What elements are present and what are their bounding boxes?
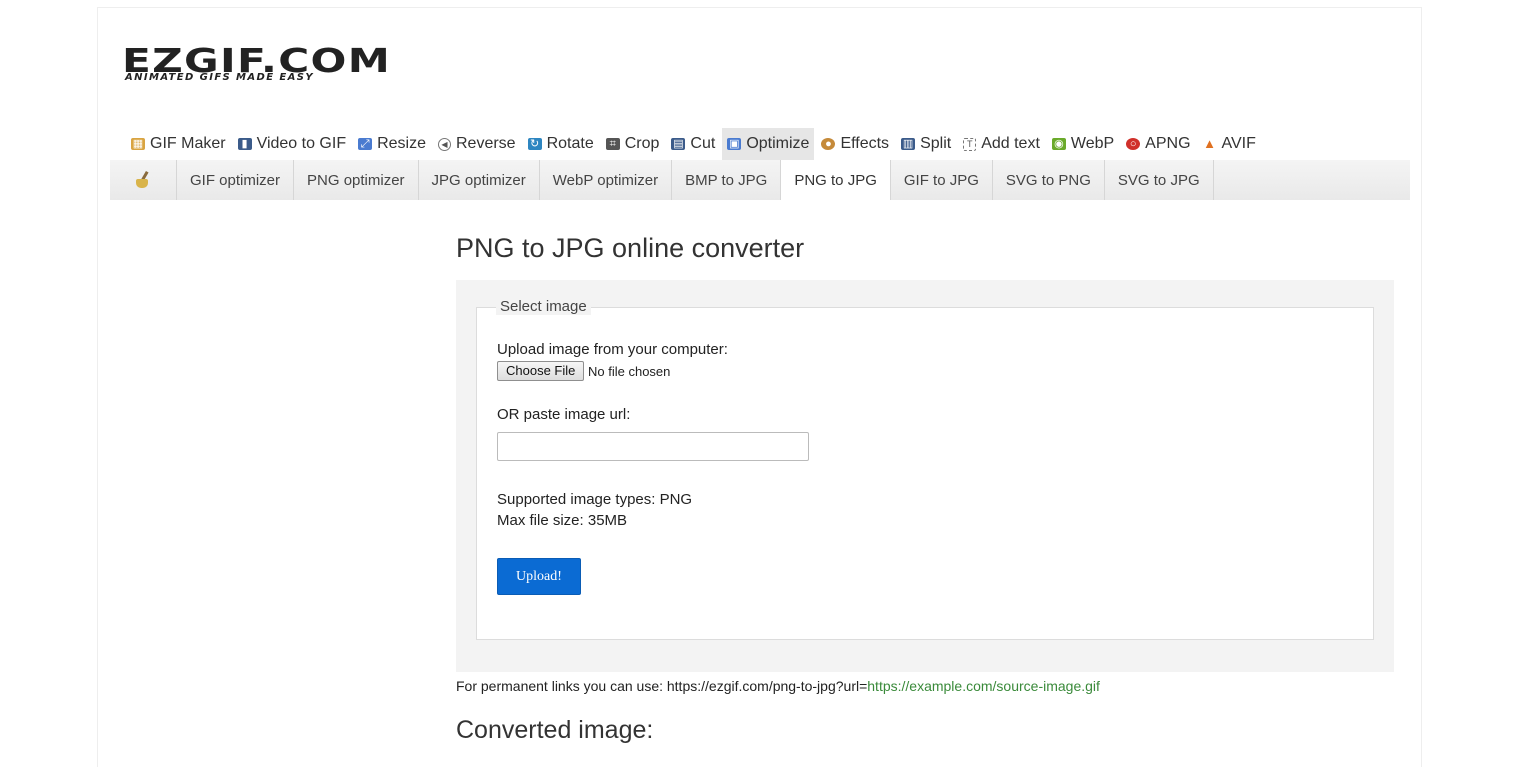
- optimize-icon: ▣: [727, 138, 742, 150]
- split-icon: ▥: [901, 138, 916, 150]
- upload-button[interactable]: Upload!: [497, 558, 581, 595]
- nav-label: Split: [920, 135, 952, 152]
- converted-heading: Converted image:: [456, 716, 654, 744]
- avif-icon: ▲: [1203, 136, 1216, 151]
- sub-nav-gif-to-jpg[interactable]: GIF to JPG: [891, 160, 993, 200]
- nav-cut[interactable]: ▤ Cut: [666, 128, 720, 160]
- apng-icon: ○: [1126, 138, 1141, 150]
- rotate-icon: ↻: [527, 138, 542, 150]
- cut-icon: ▤: [671, 138, 686, 150]
- page-title: PNG to JPG online converter: [456, 233, 805, 263]
- nav-label: AVIF: [1221, 135, 1256, 152]
- sub-nav: GIF optimizer PNG optimizer JPG optimize…: [110, 160, 1410, 200]
- sub-nav-svg-to-png[interactable]: SVG to PNG: [993, 160, 1105, 200]
- nav-effects[interactable]: ● Effects: [816, 128, 894, 160]
- nav-label: Rotate: [546, 135, 594, 152]
- film-icon: ▮: [237, 138, 252, 150]
- permalink-note: For permanent links you can use: https:/…: [456, 678, 1100, 694]
- nav-label: Add text: [981, 135, 1040, 152]
- gif-maker-icon: ▦: [131, 138, 145, 150]
- nav-label: Effects: [840, 135, 890, 152]
- nav-optimize[interactable]: ▣ Optimize: [722, 128, 815, 160]
- sub-nav-png-optimizer[interactable]: PNG optimizer: [294, 160, 419, 200]
- nav-label: Cut: [690, 135, 716, 152]
- nav-video-to-gif[interactable]: ▮ Video to GIF: [233, 128, 352, 160]
- nav-resize[interactable]: ⤢ Resize: [353, 128, 431, 160]
- permalink-url[interactable]: https://example.com/source-image.gif: [867, 678, 1100, 694]
- logo-tagline: ANIMATED GIFS MADE EASY: [125, 72, 314, 83]
- nav-gif-maker[interactable]: ▦ GIF Maker: [126, 128, 231, 160]
- main-nav: ▦ GIF Maker ▮ Video to GIF ⤢ Resize ◀ Revers…: [126, 128, 1263, 160]
- nav-split[interactable]: ▥ Split: [896, 128, 956, 160]
- crop-icon: ⌗: [605, 138, 620, 150]
- nav-label: Reverse: [456, 135, 516, 152]
- nav-add-text[interactable]: T Add text: [958, 128, 1045, 160]
- webp-icon: ◉: [1051, 138, 1066, 150]
- page-container: EZGIF.COM ANIMATED GIFS MADE EASY ▦ GIF M…: [97, 7, 1422, 767]
- broom-icon: [134, 170, 152, 189]
- upload-panel: Upload image from your computer: Choose …: [456, 280, 1394, 672]
- sub-nav-webp-optimizer[interactable]: WebP optimizer: [540, 160, 673, 200]
- file-status: No file chosen: [588, 364, 671, 379]
- max-file-size: Max file size: 35MB: [497, 512, 628, 529]
- choose-file-button[interactable]: Choose File: [497, 361, 585, 381]
- nav-label: Resize: [377, 135, 426, 152]
- sub-nav-jpg-optimizer[interactable]: JPG optimizer: [419, 160, 540, 200]
- image-url-input[interactable]: [497, 432, 809, 461]
- nav-apng[interactable]: ○ APNG: [1121, 128, 1195, 160]
- nav-avif[interactable]: ▲ AVIF: [1198, 128, 1261, 160]
- ezgif-logo[interactable]: EZGIF.COM ANIMATED GIFS MADE EASY: [122, 44, 390, 86]
- palette-icon: ●: [821, 138, 836, 150]
- sub-nav-gif-optimizer[interactable]: GIF optimizer: [177, 160, 295, 200]
- nav-webp[interactable]: ◉ WebP: [1047, 128, 1119, 160]
- nav-label: Video to GIF: [256, 135, 347, 152]
- permalink-prefix: For permanent links you can use: https:/…: [456, 678, 868, 694]
- nav-rotate[interactable]: ↻ Rotate: [523, 128, 599, 160]
- upload-label: Upload image from your computer:: [497, 341, 728, 358]
- nav-label: Optimize: [746, 135, 810, 152]
- resize-icon: ⤢: [358, 138, 373, 150]
- nav-label: Crop: [624, 135, 660, 152]
- reverse-icon: ◀: [438, 137, 451, 151]
- supported-types: Supported image types: PNG: [497, 491, 693, 508]
- fieldset-legend: Select image: [496, 298, 591, 315]
- nav-label: APNG: [1145, 135, 1191, 152]
- add-text-icon: T: [963, 137, 977, 151]
- nav-label: GIF Maker: [150, 135, 226, 152]
- url-label: OR paste image url:: [497, 406, 631, 423]
- sub-nav-bmp-to-jpg[interactable]: BMP to JPG: [672, 160, 782, 200]
- nav-label: WebP: [1070, 135, 1115, 152]
- nav-reverse[interactable]: ◀ Reverse: [433, 128, 521, 160]
- sub-nav-optimize-home[interactable]: [110, 160, 177, 200]
- select-image-fieldset: Upload image from your computer: Choose …: [476, 307, 1374, 640]
- nav-crop[interactable]: ⌗ Crop: [601, 128, 665, 160]
- sub-nav-svg-to-jpg[interactable]: SVG to JPG: [1105, 160, 1214, 200]
- sub-nav-png-to-jpg[interactable]: PNG to JPG: [781, 160, 891, 200]
